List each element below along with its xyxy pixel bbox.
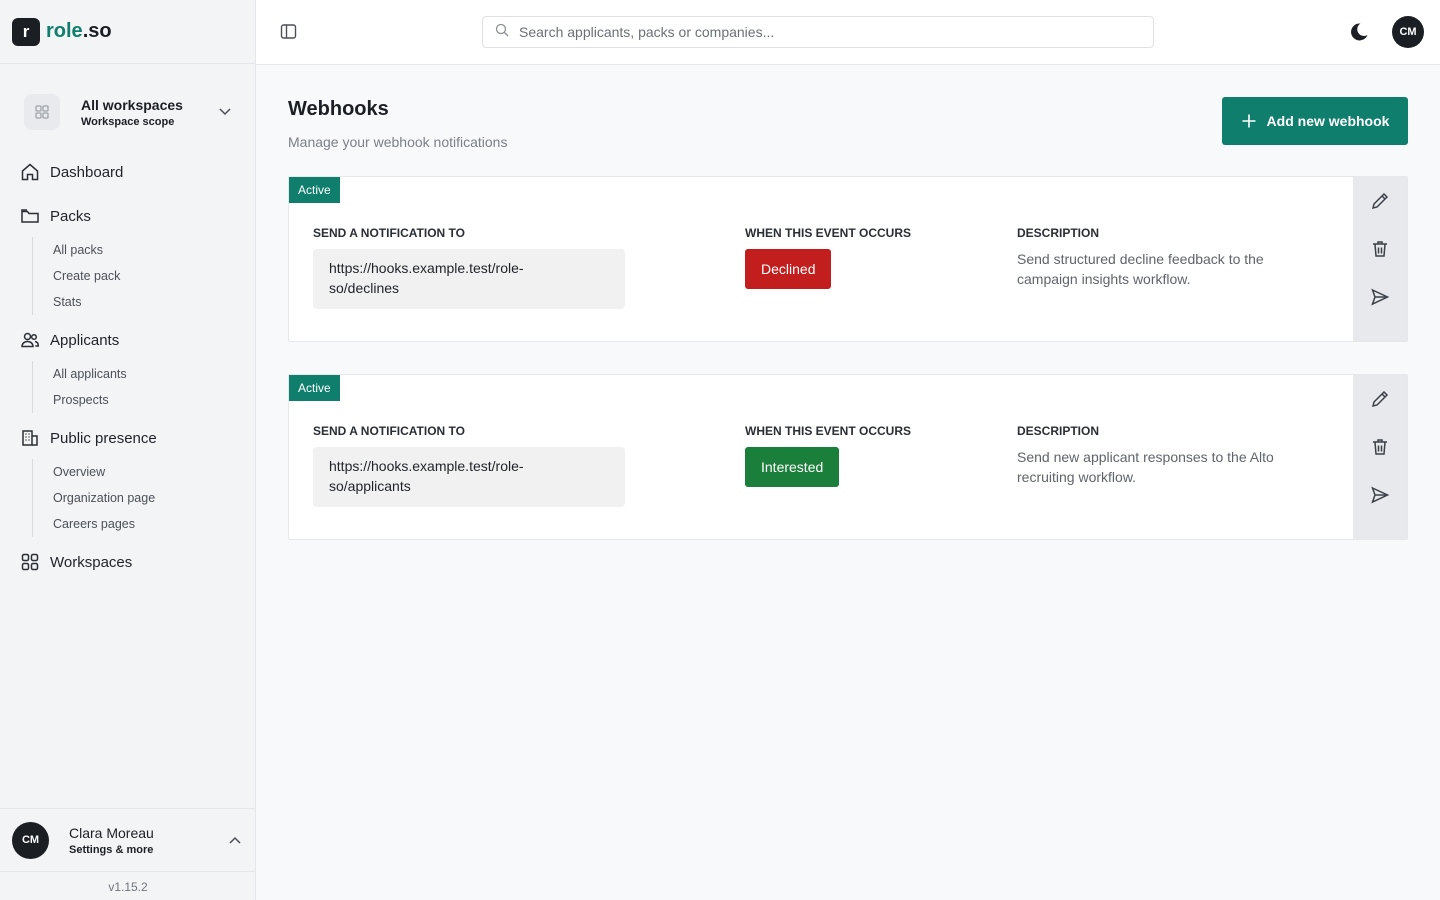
card-actions [1353, 177, 1407, 341]
nav-packs-label: Packs [50, 207, 91, 225]
send-icon[interactable] [1368, 285, 1392, 309]
user-menu[interactable]: CM Clara Moreau Settings & more [0, 808, 256, 872]
edit-icon[interactable] [1368, 387, 1392, 411]
nav-workspaces[interactable]: Workspaces [20, 552, 132, 572]
webhook-card: Active SEND A NOTIFICATION TO https://ho… [288, 176, 1408, 342]
brand-logo: r [12, 17, 40, 46]
status-badge: Active [289, 375, 340, 401]
webhook-card: Active SEND A NOTIFICATION TO https://ho… [288, 374, 1408, 540]
user-name: Clara Moreau [69, 824, 154, 841]
event-badge: Declined [745, 249, 832, 289]
app-version: v1.15.2 [108, 880, 148, 894]
webhook-url: https://hooks.example.test/role- so/decl… [313, 249, 625, 309]
subnav-prospects[interactable]: Prospects [33, 387, 127, 413]
subnav-create-pack[interactable]: Create pack [33, 263, 120, 289]
subnav-all-applicants[interactable]: All applicants [33, 361, 127, 387]
event-label: WHEN THIS EVENT OCCURS [745, 424, 912, 438]
subnav-careers-pages[interactable]: Careers pages [33, 511, 155, 537]
status-badge: Active [289, 177, 340, 203]
webhook-url: https://hooks.example.test/role- so/appl… [313, 447, 625, 507]
building-icon [22, 430, 38, 446]
search-input[interactable] [519, 24, 1119, 40]
subnav-organization-page[interactable]: Organization page [33, 485, 155, 511]
applicants-submenu: All applicants Prospects [32, 361, 127, 413]
plus-icon [1242, 114, 1256, 128]
trash-icon[interactable] [1368, 435, 1392, 459]
workspace-title: All workspaces [81, 96, 183, 113]
send-to-label: SEND A NOTIFICATION TO [313, 226, 465, 240]
nav-public-presence[interactable]: Public presence [20, 428, 157, 448]
header-avatar[interactable]: CM [1392, 16, 1424, 48]
card-actions [1353, 375, 1407, 539]
home-icon [21, 163, 39, 181]
brand-name: role.so [46, 20, 112, 42]
sidebar-toggle-icon[interactable] [280, 23, 297, 45]
subnav-stats[interactable]: Stats [33, 289, 120, 315]
webhook-description: Send new applicant responses to the Alto… [1017, 449, 1274, 485]
brand[interactable]: r role.so [0, 0, 255, 64]
trash-icon[interactable] [1368, 237, 1392, 261]
avatar: CM [12, 821, 49, 859]
send-icon[interactable] [1368, 483, 1392, 507]
description-label: DESCRIPTION [1017, 226, 1100, 240]
chevron-up-icon [228, 834, 242, 853]
user-subtitle: Settings & more [69, 843, 154, 856]
public-presence-submenu: Overview Organization page Careers pages [32, 459, 155, 537]
page-subtitle: Manage your webhook notifications [288, 134, 508, 150]
search-icon [495, 23, 509, 42]
nav-public-presence-label: Public presence [50, 429, 157, 447]
event-badge: Interested [745, 447, 840, 487]
chevron-down-icon [218, 104, 232, 123]
nav-applicants[interactable]: Applicants [20, 330, 119, 350]
moon-icon[interactable] [1348, 21, 1370, 48]
description-label: DESCRIPTION [1017, 424, 1100, 438]
packs-submenu: All packs Create pack Stats [32, 237, 120, 315]
nav-dashboard-label: Dashboard [50, 163, 124, 181]
add-webhook-button[interactable]: Add new webhook [1222, 97, 1408, 145]
nav-packs[interactable]: Packs [20, 206, 91, 226]
folder-icon [21, 209, 39, 223]
event-label: WHEN THIS EVENT OCCURS [745, 226, 912, 240]
workspace-subtitle: Workspace scope [81, 115, 175, 128]
nav-dashboard[interactable]: Dashboard [20, 162, 123, 182]
subnav-overview[interactable]: Overview [33, 459, 155, 485]
search-bar[interactable] [482, 16, 1154, 48]
edit-icon[interactable] [1368, 189, 1392, 213]
workspace-icon [24, 94, 60, 130]
nav-workspaces-label: Workspaces [50, 553, 133, 571]
page-title: Webhooks [288, 98, 389, 120]
nav-applicants-label: Applicants [50, 331, 120, 349]
sidebar: r role.so All workspaces Workspace scope… [0, 0, 256, 900]
users-icon [21, 332, 40, 348]
grid-icon [21, 553, 39, 571]
workspace-selector[interactable]: All workspaces Workspace scope [24, 92, 240, 132]
webhook-description: Send structured decline feedback to the … [1017, 251, 1264, 287]
subnav-all-packs[interactable]: All packs [33, 237, 120, 263]
topbar: CM [256, 0, 1440, 65]
send-to-label: SEND A NOTIFICATION TO [313, 424, 465, 438]
